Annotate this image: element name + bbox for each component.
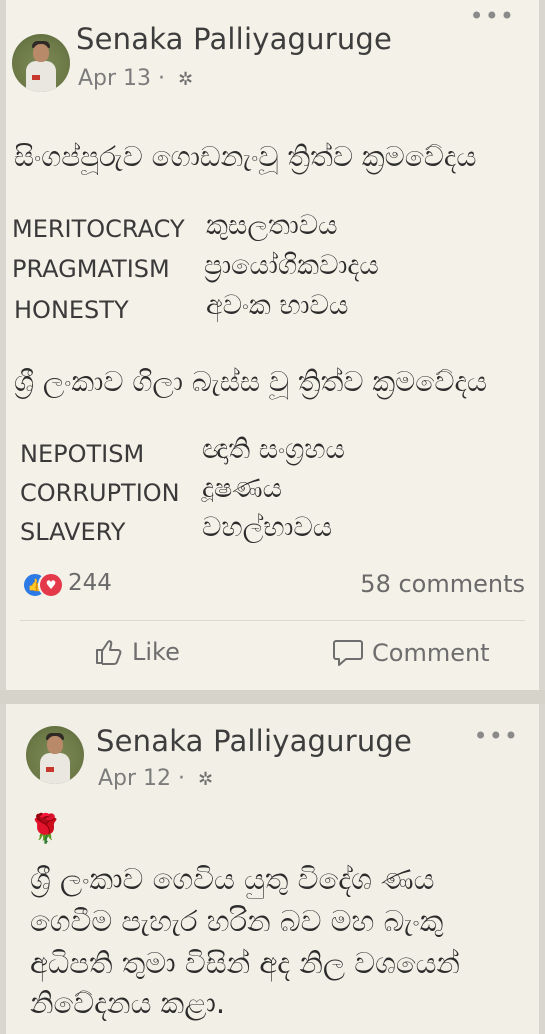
post-card: Senaka Palliyaguruge Apr 13 · ✲ ••• සිංග… (6, 0, 539, 690)
post-heading-2: ශ්‍රී ලංකාව ගිලා බැස්ස වූ ත්‍රිත්ව ක්‍රම… (14, 365, 488, 398)
term-si: කුසලතාවය (206, 210, 338, 241)
post-date[interactable]: Apr 12 (98, 766, 171, 791)
term-si: දූෂණය (202, 473, 283, 504)
post-date[interactable]: Apr 13 (78, 66, 151, 91)
post-heading-1: සිංගප්පූරුව ගොඩනැංවූ ත්‍රිත්ව ක්‍රමවේදය (14, 140, 477, 173)
term-en: HONESTY (14, 296, 129, 324)
term-en: PRAGMATISM (12, 255, 170, 283)
feed-separator (0, 690, 545, 704)
author-avatar[interactable] (12, 34, 70, 92)
rose-emoji: 🌹 (28, 812, 63, 845)
like-button[interactable]: Like (94, 638, 180, 666)
term-si: වහල්භාවය (202, 512, 333, 543)
term-si: අවංක භාවය (206, 290, 349, 321)
gear-icon: ✲ (178, 69, 194, 90)
love-reaction-icon: ♥ (38, 572, 64, 598)
meta-separator: · (158, 66, 166, 91)
speech-bubble-icon (333, 640, 363, 666)
divider (20, 620, 525, 621)
post-text-line: නිවේදනය කළා. (30, 986, 226, 1020)
comment-label: Comment (372, 639, 490, 667)
term-en: CORRUPTION (20, 479, 180, 507)
meta-separator: · (178, 766, 186, 791)
post-text-line: ගෙවීම පැහැර හරින බව මහ බැංකු (30, 904, 444, 938)
term-en: SLAVERY (20, 518, 126, 546)
term-si: ඥාති සංග්‍රහය (202, 434, 345, 465)
thumbs-up-icon (96, 640, 122, 665)
reaction-count: 244 (68, 570, 112, 596)
post-meta: Apr 13 · ✲ (78, 66, 193, 91)
like-label: Like (132, 638, 180, 666)
comment-button[interactable]: Comment (332, 638, 490, 668)
gear-icon: ✲ (198, 769, 214, 790)
post-text-line: අධිපති තුමා විසින් අද නිල වශයෙන් (30, 946, 460, 980)
author-name[interactable]: Senaka Palliyaguruge (76, 22, 392, 56)
post-card: Senaka Palliyaguruge Apr 12 · ✲ ••• 🌹 ශ්… (6, 704, 539, 1034)
term-en: MERITOCRACY (12, 215, 185, 243)
term-si: ප්‍රායෝගිකවාදය (204, 250, 379, 281)
author-avatar[interactable] (26, 726, 84, 784)
author-name[interactable]: Senaka Palliyaguruge (96, 724, 412, 758)
comments-count[interactable]: 58 comments (360, 570, 525, 598)
more-options-icon[interactable]: ••• (474, 722, 519, 750)
more-options-icon[interactable]: ••• (470, 2, 515, 30)
term-en: NEPOTISM (20, 440, 145, 468)
post-meta: Apr 12 · ✲ (98, 766, 213, 791)
post-text-line: ශ්‍රී ලංකාව ගෙවිය යුතු විදේශ ණය (30, 862, 435, 896)
